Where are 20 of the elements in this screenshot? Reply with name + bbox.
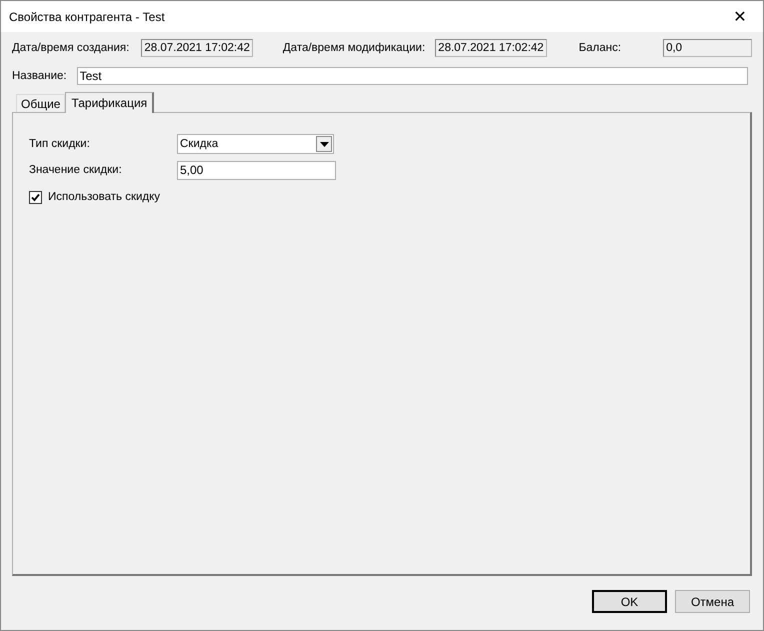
field-label: Баланс:: [578, 42, 622, 54]
readonly-field: 0,0: [663, 39, 752, 57]
window-title: Свойства контрагента - Test: [9, 10, 165, 24]
checkbox[interactable]: [29, 190, 42, 204]
tab[interactable]: Тарификация: [65, 92, 154, 113]
field-label: Дата/время модификации:: [282, 42, 426, 54]
field-label: Название:: [12, 70, 67, 82]
readonly-field: 28.07.2021 17:02:42: [435, 39, 547, 57]
discount-value-field[interactable]: 5,00: [177, 160, 336, 180]
field-label: Тип скидки:: [29, 138, 91, 150]
ok-button[interactable]: OK: [592, 590, 667, 613]
discount-type-dropdown[interactable]: Скидка: [177, 134, 334, 154]
checkbox-label: Использовать скидку: [48, 191, 160, 203]
readonly-field: 28.07.2021 17:02:42: [141, 39, 253, 57]
close-button[interactable]: ✕: [717, 1, 763, 32]
tab[interactable]: Общие: [16, 94, 66, 112]
name-field[interactable]: Test: [76, 67, 748, 85]
field-label: Дата/время создания:: [12, 42, 130, 54]
cancel-button[interactable]: Отмена: [675, 590, 750, 613]
field-label: Значение скидки:: [29, 164, 123, 176]
